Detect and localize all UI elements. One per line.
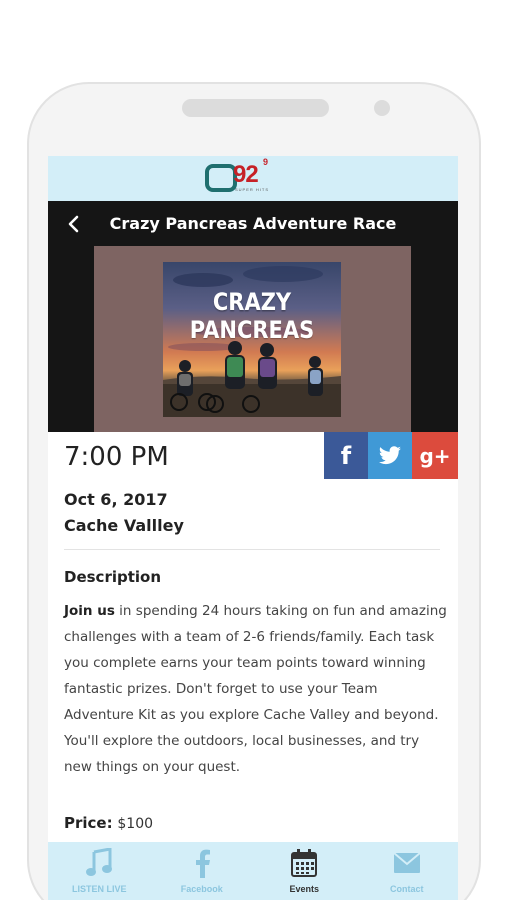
event-hero: CRAZY PANCREAS [48,246,458,432]
event-location: Cache Vallley [64,516,184,535]
price-row: Price: $100 [64,814,153,832]
title-bar: Crazy Pancreas Adventure Race [48,201,458,246]
share-facebook-button[interactable]: f [324,432,368,479]
description-text: Join us in spending 24 hours taking on f… [64,598,448,780]
brand-bar: 92 9 SUPER HITS [48,156,458,201]
phone-camera [374,100,390,116]
tab-listen-live[interactable]: LISTEN LIVE [48,842,151,900]
share-twitter-button[interactable] [368,432,412,479]
description-body: in spending 24 hours taking on fun and a… [64,603,447,775]
device-stage: 92 9 SUPER HITS Crazy Pancreas Adventure… [0,0,506,900]
tab-events[interactable]: Events [253,842,356,900]
station-logo: 92 9 SUPER HITS [203,156,303,199]
music-note-icon [84,848,114,878]
logo-number: 92 [233,160,259,188]
phone-speaker [182,99,329,117]
event-image-text: CRAZY PANCREAS [189,288,315,344]
googleplus-icon: g+ [419,443,451,468]
logo-tagline: SUPER HITS [235,186,270,192]
app-screen: 92 9 SUPER HITS Crazy Pancreas Adventure… [48,156,458,900]
facebook-icon [187,848,217,878]
tab-label: LISTEN LIVE [71,884,127,894]
price-value: $100 [117,816,154,832]
page-title: Crazy Pancreas Adventure Race [109,214,397,233]
tab-label: Events [289,884,319,894]
logo-superscript: 9 [263,156,269,167]
tab-facebook[interactable]: Facebook [151,842,254,900]
event-image: CRAZY PANCREAS [163,262,341,417]
event-date: Oct 6, 2017 [64,490,168,509]
price-label: Price: [64,814,113,832]
section-divider [64,549,440,550]
description-heading: Description [64,568,162,586]
description-lead: Join us [64,603,115,619]
envelope-icon [392,848,422,878]
calendar-icon [289,848,319,878]
facebook-f-icon: f [340,441,352,470]
tab-label: Contact [390,884,424,894]
hero-frame: CRAZY PANCREAS [94,246,411,432]
time-row: 7:00 PM f g+ [48,432,458,479]
bottom-tab-bar: LISTEN LIVE Facebook Events Contact [48,842,458,900]
share-googleplus-button[interactable]: g+ [412,432,458,479]
event-time: 7:00 PM [64,442,169,472]
twitter-bird-icon [379,445,401,464]
tab-contact[interactable]: Contact [356,842,459,900]
tab-label: Facebook [180,884,223,894]
